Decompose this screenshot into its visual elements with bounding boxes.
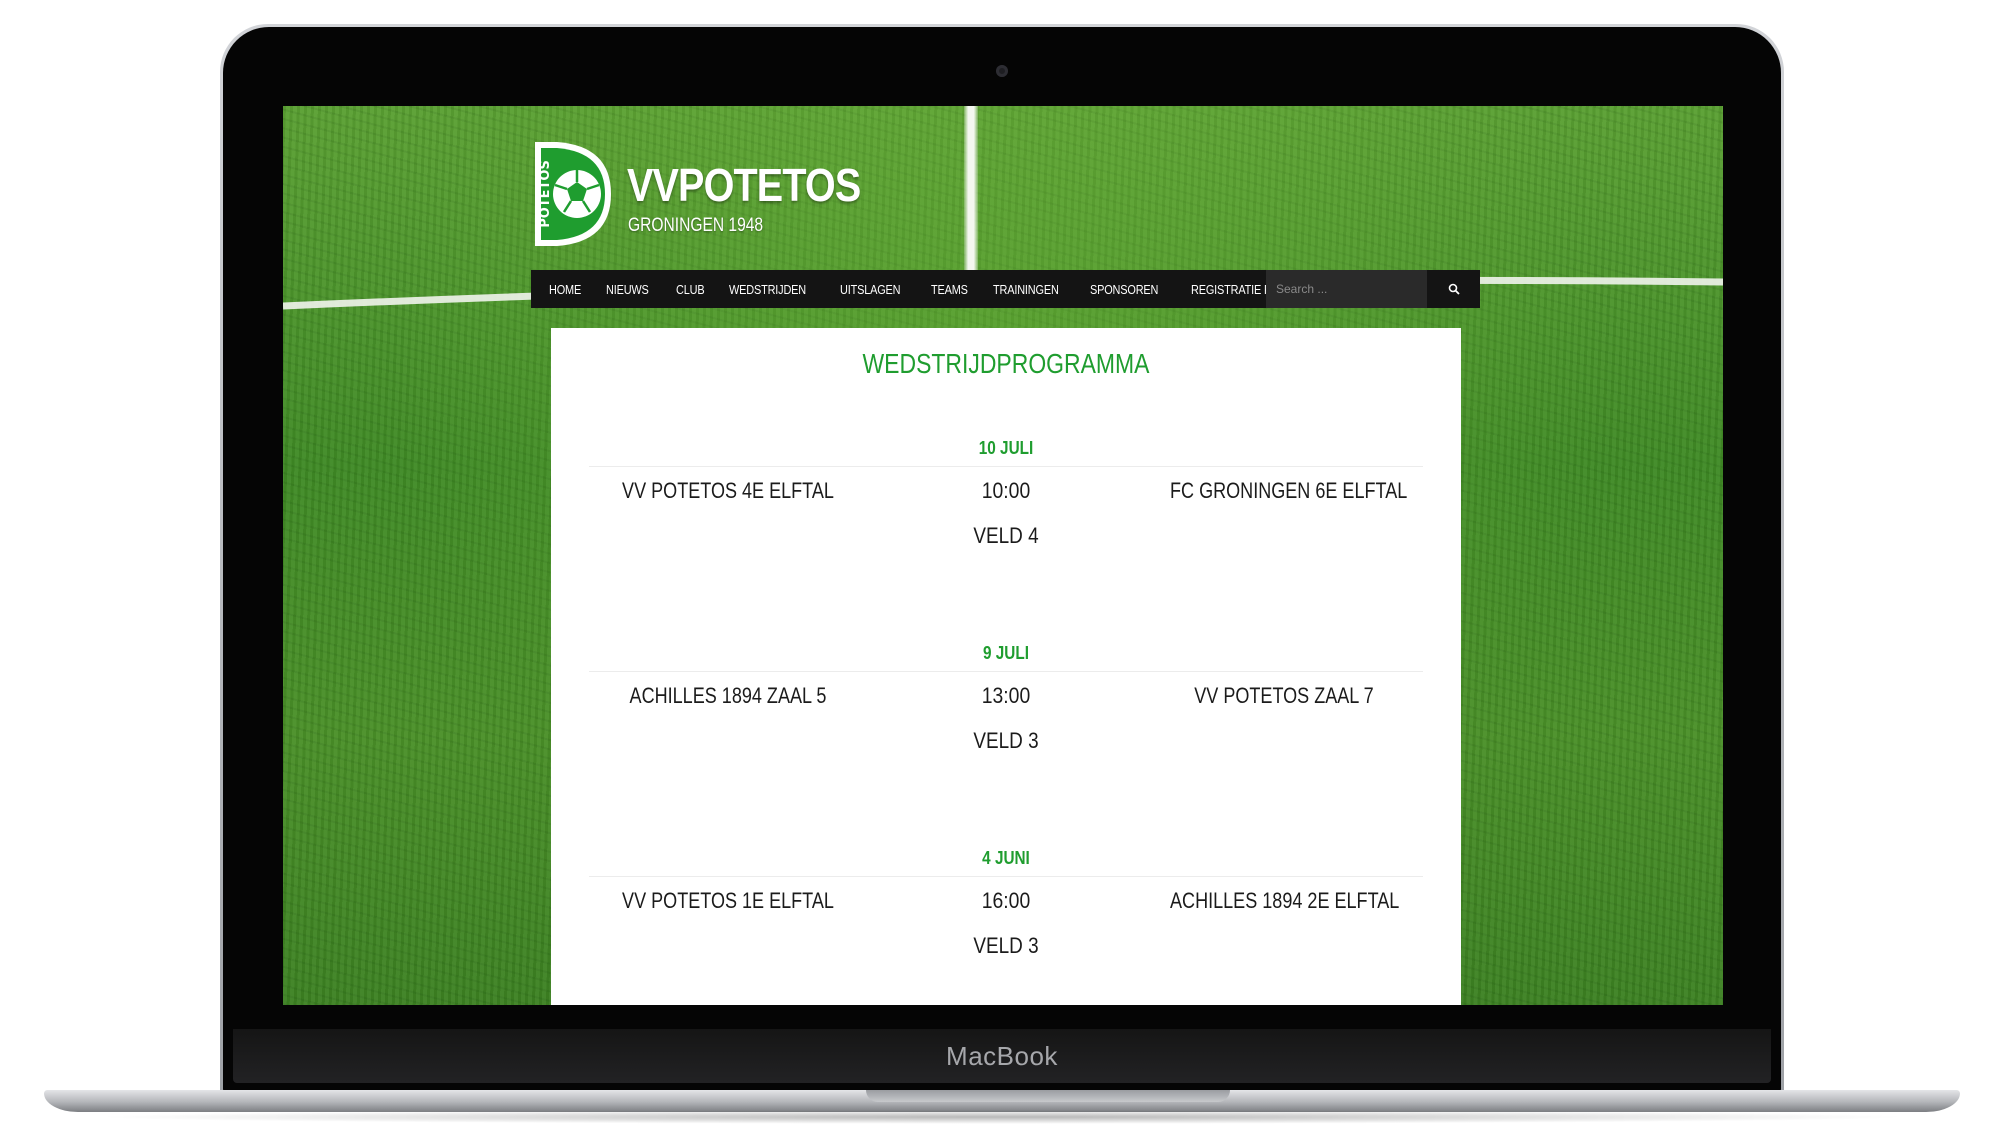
site-title[interactable]: VVPOTETOS — [627, 158, 861, 212]
nav-item-uitslagen[interactable]: UITSLAGEN — [840, 282, 901, 297]
search-icon — [1448, 283, 1460, 295]
home-team: ACHILLES 1894 ZAAL 5 — [629, 683, 827, 708]
search-button[interactable] — [1427, 270, 1480, 308]
divider — [589, 876, 1423, 877]
nav-item-teams[interactable]: TEAMS — [931, 282, 968, 297]
match-item: 9 JULI ACHILLES 1894 ZAAL 5 13:00 VV POT… — [589, 643, 1423, 783]
main-navbar: HOME NIEUWS CLUB WEDSTRIJDEN UITSLAGEN T… — [531, 270, 1480, 308]
match-time: 10:00 — [981, 478, 1031, 503]
device-brand-label: MacBook — [946, 1040, 1058, 1071]
nav-item-trainingen[interactable]: TRAININGEN — [993, 282, 1059, 297]
match-date: 9 JULI — [983, 643, 1029, 663]
pitch-lines — [283, 276, 1723, 310]
away-team: VV POTETOS ZAAL 7 — [1194, 683, 1374, 708]
match-item: 4 JUNI VV POTETOS 1E ELFTAL 16:00 ACHILL… — [589, 848, 1423, 988]
laptop-base — [44, 1090, 1960, 1112]
match-time: 13:00 — [981, 683, 1031, 708]
match-venue: VELD 3 — [973, 728, 1039, 753]
club-logo[interactable]: POTETOS — [531, 138, 615, 250]
nav-menu: HOME NIEUWS CLUB WEDSTRIJDEN UITSLAGEN T… — [531, 270, 1371, 308]
divider — [589, 466, 1423, 467]
match-venue: VELD 4 — [973, 523, 1039, 548]
laptop-chin: MacBook — [233, 1029, 1771, 1083]
match-venue: VELD 3 — [973, 933, 1039, 958]
laptop-base-notch — [866, 1090, 1230, 1102]
match-time: 16:00 — [981, 888, 1031, 913]
divider — [589, 671, 1423, 672]
logo-text: POTETOS — [538, 160, 553, 228]
content-card: WEDSTRIJDPROGRAMMA 10 JULI VV POTETOS 4E… — [551, 328, 1461, 1005]
home-team: VV POTETOS 1E ELFTAL — [622, 888, 834, 913]
home-team: VV POTETOS 4E ELFTAL — [622, 478, 834, 503]
nav-item-wedstrijden[interactable]: WEDSTRIJDEN — [729, 282, 806, 297]
away-team: ACHILLES 1894 2E ELFTAL — [1170, 888, 1400, 913]
page-title: WEDSTRIJDPROGRAMMA — [862, 348, 1150, 379]
nav-item-nieuws[interactable]: NIEUWS — [606, 282, 649, 297]
search-input[interactable] — [1266, 270, 1427, 308]
search-form — [1266, 270, 1480, 308]
site-tagline: GRONINGEN 1948 — [628, 215, 764, 236]
away-team: FC GRONINGEN 6E ELFTAL — [1170, 478, 1408, 503]
camera-icon — [996, 65, 1008, 77]
match-date: 10 JULI — [978, 438, 1034, 458]
nav-item-sponsoren[interactable]: SPONSOREN — [1090, 282, 1158, 297]
nav-item-home[interactable]: HOME — [549, 282, 581, 297]
match-date: 4 JUNI — [982, 848, 1030, 868]
nav-item-club[interactable]: CLUB — [676, 282, 705, 297]
laptop-shadow — [90, 1110, 1914, 1124]
browser-screen: POTETOS VVPOTETOS GRONINGEN 1948 HOME NI… — [283, 106, 1723, 1005]
match-item: 10 JULI VV POTETOS 4E ELFTAL 10:00 FC GR… — [589, 438, 1423, 578]
